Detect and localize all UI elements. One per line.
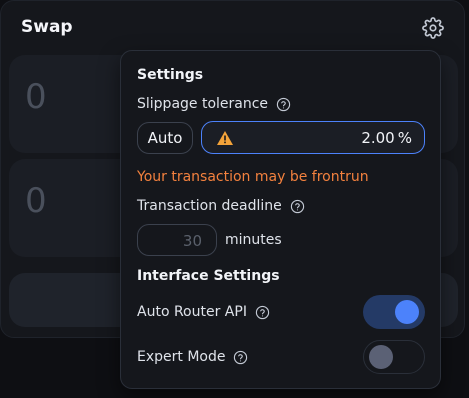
output-amount[interactable]: 0 <box>25 181 47 221</box>
slippage-label-row: Slippage tolerance <box>137 96 291 112</box>
auto-router-label: Auto Router API <box>137 304 247 320</box>
expert-mode-toggle[interactable] <box>363 340 425 374</box>
help-icon[interactable] <box>255 305 270 320</box>
settings-popover: Settings Slippage tolerance Auto 2.00% Y… <box>120 50 441 389</box>
toggle-knob <box>369 345 393 369</box>
deadline-unit: minutes <box>225 232 282 248</box>
swap-title: Swap <box>21 17 73 37</box>
warning-icon <box>217 131 233 145</box>
auto-router-toggle[interactable] <box>363 295 425 329</box>
slippage-value[interactable]: 2.00% <box>361 129 412 147</box>
auto-router-label-row: Auto Router API <box>137 304 270 320</box>
deadline-placeholder: 30 <box>182 232 202 250</box>
slippage-input[interactable]: 2.00% <box>201 121 425 154</box>
help-icon[interactable] <box>233 350 248 365</box>
expert-mode-label: Expert Mode <box>137 349 226 365</box>
frontrun-warning: Your transaction may be frontrun <box>137 169 369 185</box>
deadline-label-row: Transaction deadline <box>137 198 305 214</box>
toggle-knob <box>395 300 419 324</box>
settings-title: Settings <box>137 67 204 83</box>
expert-mode-label-row: Expert Mode <box>137 349 248 365</box>
deadline-input[interactable]: 30 <box>137 224 217 256</box>
slippage-unit: % <box>397 129 412 147</box>
help-icon[interactable] <box>290 199 305 214</box>
help-icon[interactable] <box>276 97 291 112</box>
input-amount[interactable]: 0 <box>25 77 47 117</box>
gear-icon[interactable] <box>422 17 444 39</box>
interface-settings-title: Interface Settings <box>137 268 280 284</box>
slippage-auto-button[interactable]: Auto <box>137 122 193 154</box>
deadline-label: Transaction deadline <box>137 198 282 214</box>
slippage-label: Slippage tolerance <box>137 96 269 112</box>
